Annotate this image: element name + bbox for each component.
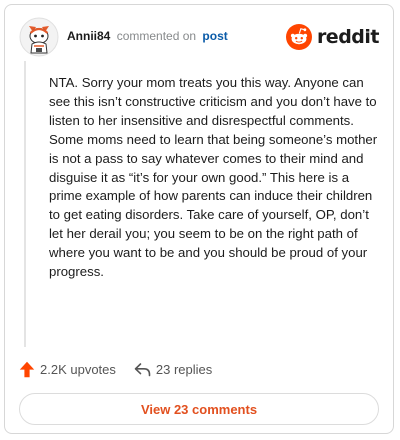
comment-card: Annii84 commented on post reddit NTA. So… (4, 4, 394, 434)
thread-line (24, 61, 26, 347)
upvote-arrow-icon (19, 361, 35, 377)
avatar[interactable] (19, 17, 59, 57)
upvote-button[interactable]: 2.2K upvotes (19, 361, 116, 378)
reddit-snoo-icon (285, 24, 312, 50)
reddit-logo[interactable]: reddit (285, 23, 380, 51)
comment-actions: 2.2K upvotes 23 replies (19, 358, 212, 380)
replies-button[interactable]: 23 replies (134, 362, 212, 377)
comment-body: NTA. Sorry your mom treats you this way.… (49, 75, 378, 280)
upvote-count: 2.2K upvotes (40, 361, 116, 377)
commented-on-text: commented on (116, 29, 197, 43)
comment-header: Annii84 commented on post reddit (19, 17, 380, 57)
reply-arrow-icon (134, 362, 151, 376)
comment-meta: Annii84 commented on post (67, 29, 228, 43)
username[interactable]: Annii84 (67, 29, 110, 43)
post-link[interactable]: post (202, 29, 227, 43)
view-comments-button[interactable]: View 23 comments (19, 393, 379, 425)
reddit-wordmark: reddit (316, 26, 380, 48)
replies-count: 23 replies (155, 361, 213, 377)
